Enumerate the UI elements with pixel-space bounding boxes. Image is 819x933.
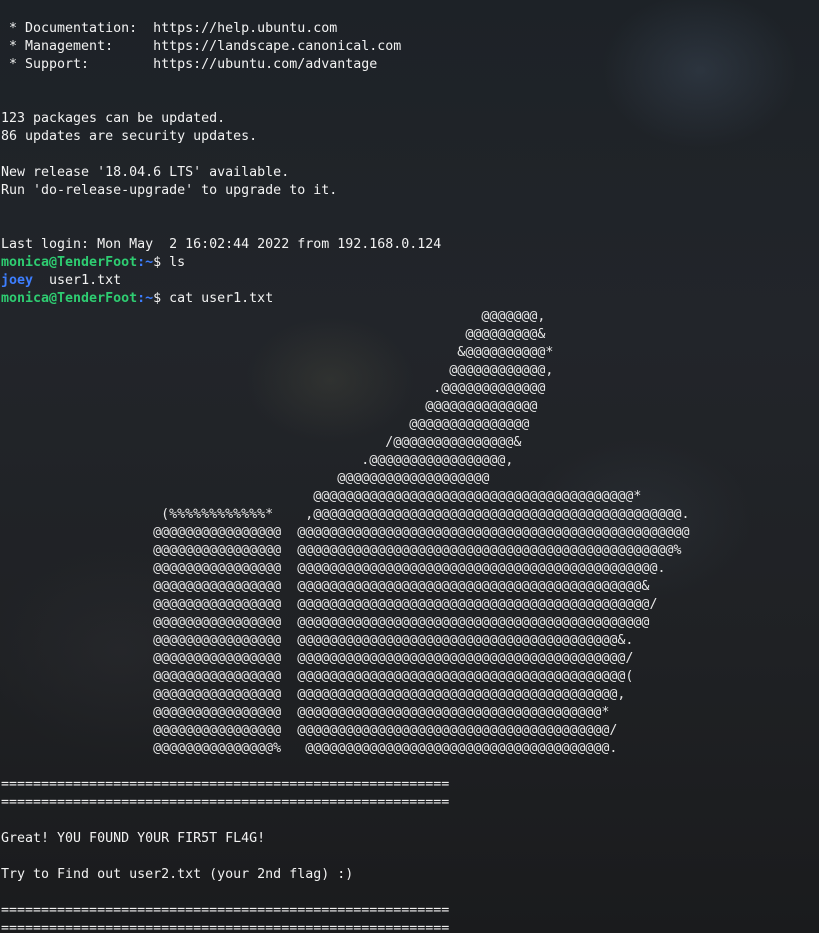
ascii-art-line: @@@@@@@, [1,309,546,324]
prompt-symbol: $ [153,291,170,306]
command-ls: ls [169,255,186,270]
ascii-art-line: @@@@@@@@@@@@@@@ [1,417,530,432]
ascii-art-line: @@@@@@@@@@@@@@@@ @@@@@@@@@@@@@@@@@@@@@@@… [1,543,682,558]
hint-message: Try to Find out user2.txt (your 2nd flag… [1,867,354,882]
ascii-art-line: &@@@@@@@@@@* [1,345,554,360]
ascii-art-line: @@@@@@@@@@@@@@@@ @@@@@@@@@@@@@@@@@@@@@@@… [1,723,618,738]
ascii-art-line: @@@@@@@@@@@@@@@@ @@@@@@@@@@@@@@@@@@@@@@@… [1,705,610,720]
motd-management: * Management: https://landscape.canonica… [1,39,402,54]
ascii-art-line: @@@@@@@@@@@@, [1,363,554,378]
prompt-user-host: monica@TenderFoot [1,255,138,270]
prompt-line-2: monica@TenderFoot:~$ cat user1.txt [1,290,819,308]
ascii-art-line: @@@@@@@@@@@@@@@@ @@@@@@@@@@@@@@@@@@@@@@@… [1,687,626,702]
ascii-art-line: @@@@@@@@@@@@@@@@ @@@@@@@@@@@@@@@@@@@@@@@… [1,651,634,666]
prompt-line-1: monica@TenderFoot:~$ ls [1,254,819,272]
motd-documentation: * Documentation: https://help.ubuntu.com [1,21,338,36]
ascii-art-line: /@@@@@@@@@@@@@@@& [1,435,522,450]
ascii-art-line: @@@@@@@@@@@@@@@@ @@@@@@@@@@@@@@@@@@@@@@@… [1,633,634,648]
ascii-art-line: .@@@@@@@@@@@@@@@@@, [1,453,514,468]
terminal-window[interactable]: * Documentation: https://help.ubuntu.com… [0,0,819,933]
terminal-output: * Documentation: https://help.ubuntu.com… [0,0,819,933]
ascii-art-line: @@@@@@@@@@@@@@@@ @@@@@@@@@@@@@@@@@@@@@@@… [1,561,666,576]
ascii-art-line: @@@@@@@@@@@@@@@@@@@ [1,471,490,486]
ls-output: joey user1.txt [1,272,819,290]
ls-dir-joey: joey [1,273,34,288]
ascii-art-line: @@@@@@@@@& [1,327,546,342]
ascii-art-line: @@@@@@@@@@@@@@@@ @@@@@@@@@@@@@@@@@@@@@@@… [1,615,650,630]
ascii-art-line: .@@@@@@@@@@@@@ [1,381,546,396]
flag-message: Great! Y0U F0UND Y0UR FIR5T FL4G! [1,831,266,846]
ascii-art-line: @@@@@@@@@@@@@@@@ @@@@@@@@@@@@@@@@@@@@@@@… [1,597,658,612]
ascii-art-line: @@@@@@@@@@@@@@@@ @@@@@@@@@@@@@@@@@@@@@@@… [1,525,690,540]
motd-support: * Support: https://ubuntu.com/advantage [1,57,378,72]
prompt-symbol: $ [153,255,170,270]
last-login: Last login: Mon May 2 16:02:44 2022 from… [1,237,442,252]
motd-security-updates: 86 updates are security updates. [1,129,258,144]
prompt-user-host: monica@TenderFoot [1,291,138,306]
separator-line: ========================================… [1,903,450,918]
motd-packages: 123 packages can be updated. [1,111,226,126]
separator-line: ========================================… [1,777,450,792]
motd-upgrade-hint: Run 'do-release-upgrade' to upgrade to i… [1,183,338,198]
separator-line: ========================================… [1,921,450,933]
ascii-art-line: @@@@@@@@@@@@@@@@@@@@@@@@@@@@@@@@@@@@@@@@… [1,489,642,504]
ascii-art-line: @@@@@@@@@@@@@@@% @@@@@@@@@@@@@@@@@@@@@@@… [1,741,618,756]
ascii-art-line: (%%%%%%%%%%%%* ,@@@@@@@@@@@@@@@@@@@@@@@@… [1,507,690,522]
prompt-path: :~ [137,291,154,306]
ascii-art-line: @@@@@@@@@@@@@@@@ @@@@@@@@@@@@@@@@@@@@@@@… [1,579,650,594]
ls-file-user1: user1.txt [33,273,122,288]
ascii-art-line: @@@@@@@@@@@@@@ [1,399,538,414]
ascii-art-line: @@@@@@@@@@@@@@@@ @@@@@@@@@@@@@@@@@@@@@@@… [1,669,634,684]
motd-new-release: New release '18.04.6 LTS' available. [1,165,290,180]
command-cat: cat user1.txt [169,291,274,306]
separator-line: ========================================… [1,795,450,810]
prompt-path: :~ [137,255,154,270]
